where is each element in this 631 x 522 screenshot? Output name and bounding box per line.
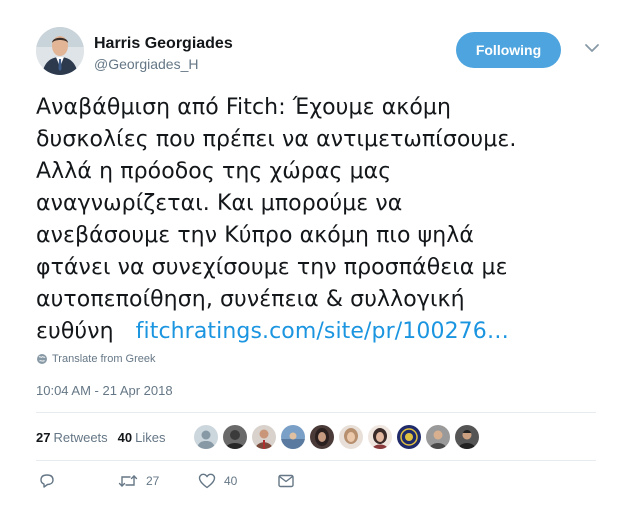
tweet-actions: 27 40 <box>36 470 596 498</box>
user-avatar-icon <box>222 425 247 449</box>
globe-icon <box>37 354 47 364</box>
liker-avatar[interactable] <box>367 425 392 449</box>
liker-avatar[interactable] <box>396 425 421 449</box>
divider <box>36 412 596 413</box>
liker-avatar[interactable] <box>193 425 218 449</box>
user-avatar-icon <box>280 425 305 449</box>
user-avatar-icon <box>396 425 421 449</box>
user-avatar-icon <box>425 425 450 449</box>
user-avatar-icon <box>454 425 479 449</box>
like-button[interactable]: 40 <box>198 472 237 490</box>
tweet-link[interactable]: fitchratings.com/site/pr/100276… <box>136 319 509 344</box>
following-button[interactable]: Following <box>456 32 561 68</box>
tweet-header: Harris Georgiades @Georgiades_H Followin… <box>36 27 601 79</box>
retweets-count: 27 <box>36 429 51 445</box>
author-avatar[interactable] <box>36 27 84 75</box>
message-button[interactable] <box>277 472 303 490</box>
chevron-down-icon[interactable] <box>583 39 601 57</box>
tweet-body: Αναβάθμιση από Fitch: Έχουμε ακόμη δυσκο… <box>36 95 517 344</box>
liker-avatar[interactable] <box>280 425 305 449</box>
translate-link[interactable]: Translate from Greek <box>36 353 156 365</box>
retweet-count: 27 <box>146 474 160 488</box>
reply-button[interactable] <box>38 472 64 490</box>
liker-avatar[interactable] <box>454 425 479 449</box>
author-name[interactable]: Harris Georgiades <box>94 34 233 53</box>
likes-count: 40 <box>117 429 133 445</box>
author-handle[interactable]: @Georgiades_H <box>94 55 233 73</box>
divider <box>36 460 596 461</box>
heart-icon <box>198 473 216 489</box>
retweet-icon <box>118 475 138 487</box>
liker-avatar[interactable] <box>309 425 334 449</box>
liker-avatar[interactable] <box>251 425 276 449</box>
translate-label: Translate from Greek <box>52 353 156 365</box>
liker-avatars <box>193 425 484 449</box>
retweet-button[interactable]: 27 <box>118 472 159 490</box>
tweet-timestamp[interactable]: 10:04 AM - 21 Apr 2018 <box>36 383 173 398</box>
reply-icon <box>40 474 54 488</box>
like-count: 40 <box>224 474 238 488</box>
envelope-icon <box>278 474 294 488</box>
tweet-stats: 27 Retweets 40 Likes <box>36 421 484 453</box>
likes-stat[interactable]: 40 Likes <box>118 430 166 445</box>
likes-label: Likes <box>135 429 166 445</box>
liker-avatar[interactable] <box>222 425 247 449</box>
liker-avatar[interactable] <box>338 425 363 449</box>
liker-avatar[interactable] <box>425 425 450 449</box>
user-avatar-icon <box>338 425 363 449</box>
retweets-label: Retweets <box>53 429 108 445</box>
retweets-stat[interactable]: 27 Retweets <box>36 430 108 445</box>
user-avatar-icon <box>309 425 334 449</box>
tweet-text: Αναβάθμιση από Fitch: Έχουμε ακόμη δυσκο… <box>36 92 596 348</box>
author-info: Harris Georgiades @Georgiades_H <box>94 34 233 73</box>
user-avatar-icon <box>367 425 392 449</box>
profile-photo-icon <box>36 27 84 75</box>
user-avatar-icon <box>251 425 276 449</box>
default-avatar-icon <box>193 425 218 449</box>
